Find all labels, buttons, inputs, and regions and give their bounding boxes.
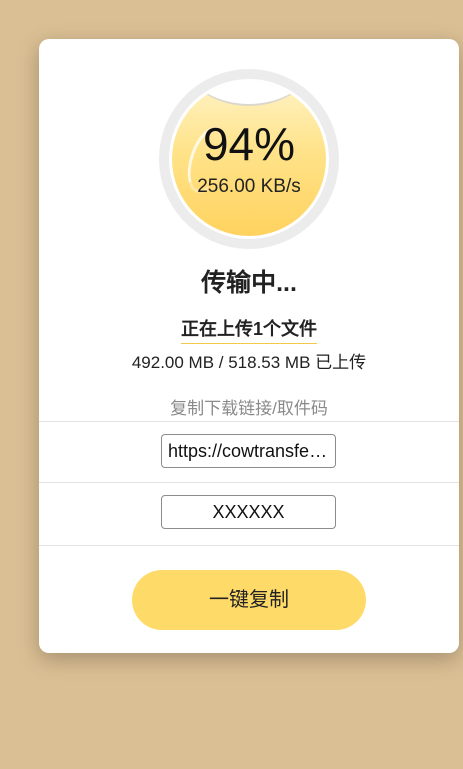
status-title: 传输中... — [201, 269, 297, 297]
upload-size: 492.00 MB / 518.53 MB 已上传 — [131, 353, 367, 372]
divider — [39, 421, 459, 422]
pickup-code-field[interactable]: XXXXXX — [161, 495, 336, 529]
progress-wave — [182, 82, 316, 106]
upload-card: 94% 256.00 KB/s 传输中... 正在上传1个文件 492.00 M… — [39, 39, 459, 653]
divider — [39, 482, 459, 483]
divider — [39, 545, 459, 546]
transfer-speed: 256.00 KB/s — [197, 176, 301, 197]
download-link-field[interactable]: https://cowtransfer.com/s/ — [161, 434, 336, 468]
copy-all-button[interactable]: 一键复制 — [132, 570, 366, 630]
uploading-text: 正在上传1个文件 — [180, 315, 317, 344]
copy-link-label: 复制下载链接/取件码 — [170, 399, 328, 418]
progress-ring: 94% 256.00 KB/s — [159, 69, 339, 249]
uploading-info: 正在上传1个文件 — [39, 315, 459, 344]
progress-percent: 94% — [202, 118, 296, 170]
